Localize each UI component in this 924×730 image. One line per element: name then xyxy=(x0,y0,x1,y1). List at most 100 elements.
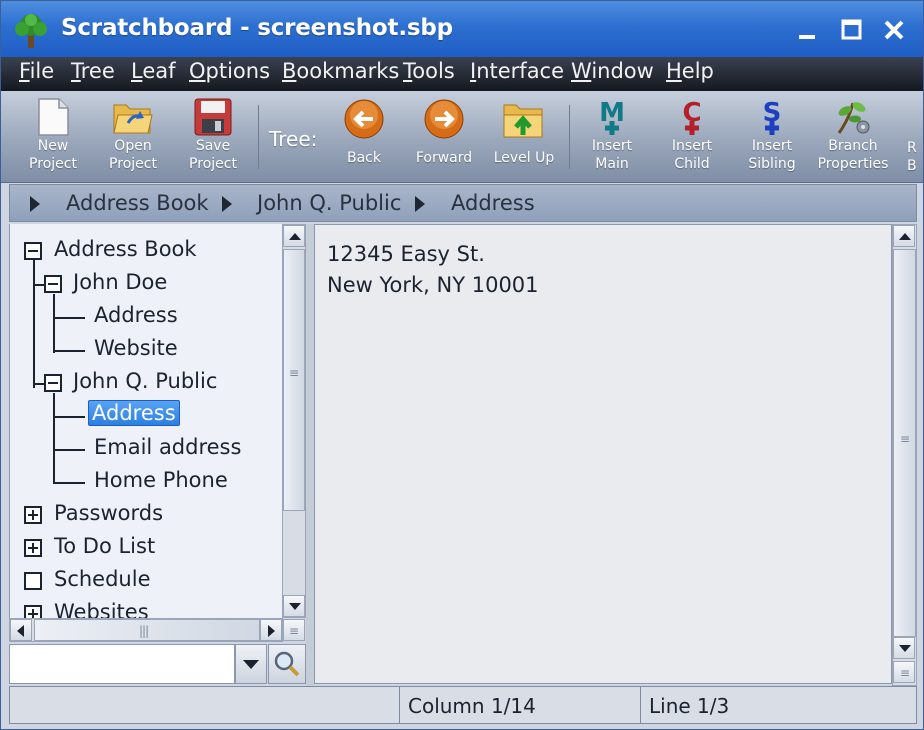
tree-connector xyxy=(53,294,55,353)
search-icon xyxy=(274,651,300,677)
tree-node-address-book[interactable]: Address Book xyxy=(54,237,197,261)
tree-node-john-q-public[interactable]: John Q. Public xyxy=(73,369,217,393)
expand-icon[interactable] xyxy=(24,605,42,618)
insert-main-button[interactable]: M Insert Main xyxy=(572,95,652,179)
status-line: Line 1/3 xyxy=(649,694,730,718)
tree-node-passwords[interactable]: Passwords xyxy=(54,501,163,525)
arrow-down-icon xyxy=(289,603,301,610)
scroll-up-button[interactable] xyxy=(283,225,305,247)
scroll-up-button[interactable] xyxy=(893,225,915,247)
forward-button[interactable]: Forward xyxy=(404,95,484,179)
tree-node-john-doe[interactable]: John Doe xyxy=(73,270,167,294)
scroll-corner: ≡ xyxy=(283,619,305,641)
grip-icon: ≡ xyxy=(900,666,911,680)
chevron-down-icon xyxy=(243,660,259,669)
status-column: Column 1/14 xyxy=(400,687,641,723)
tree-node-address[interactable]: Address xyxy=(94,303,178,327)
tree-node-address-selected[interactable]: Address xyxy=(88,400,180,426)
toolbar-separator xyxy=(569,105,570,169)
breadcrumb-item[interactable]: Address xyxy=(451,191,535,215)
scroll-thumb[interactable]: ||| xyxy=(34,619,260,641)
arrow-down-icon xyxy=(899,645,911,652)
insert-sibling-button[interactable]: S Insert Sibling xyxy=(732,95,812,179)
truncated-toolbar-button[interactable]: R B xyxy=(893,95,923,179)
editor-line[interactable]: New York, NY 10001 xyxy=(327,270,879,301)
menu-tree[interactable]: Tree xyxy=(71,59,115,83)
tree-node-home-phone[interactable]: Home Phone xyxy=(94,468,228,492)
collapse-icon[interactable] xyxy=(24,242,42,260)
open-folder-icon xyxy=(113,104,153,134)
search-dropdown-button[interactable] xyxy=(235,644,267,684)
menu-interface[interactable]: Interface xyxy=(470,59,564,83)
tree-connector xyxy=(53,350,85,352)
tree-toolbar-label: Tree: xyxy=(269,127,318,151)
editor-vertical-scrollbar[interactable]: ≡ ≡ xyxy=(892,224,917,686)
menu-window[interactable]: Window xyxy=(571,59,654,83)
title-bar[interactable]: Scratchboard - screenshot.sbp xyxy=(1,1,923,57)
scroll-left-button[interactable] xyxy=(10,619,32,641)
menu-tools[interactable]: Tools xyxy=(403,59,455,83)
tree-connector xyxy=(53,416,85,418)
tree-connector xyxy=(33,260,35,388)
close-button[interactable] xyxy=(879,15,909,45)
menu-options[interactable]: Options xyxy=(189,59,270,83)
expand-icon[interactable] xyxy=(24,539,42,557)
scroll-thumb[interactable]: ≡ xyxy=(283,249,305,511)
forward-arrow-icon xyxy=(424,99,464,139)
menu-file[interactable]: File xyxy=(19,59,54,83)
minimize-button[interactable] xyxy=(793,15,823,45)
tree-view[interactable]: Address Book John Doe Address Website Jo… xyxy=(9,224,283,618)
search-input[interactable] xyxy=(9,644,235,684)
arrow-left-icon xyxy=(17,625,24,637)
app-window: Scratchboard - screenshot.sbp File Tree … xyxy=(0,0,924,730)
new-document-icon xyxy=(38,98,69,136)
scroll-right-button[interactable] xyxy=(260,619,282,641)
tree-node-email-address[interactable]: Email address xyxy=(94,435,241,459)
tree-node-to-do-list[interactable]: To Do List xyxy=(54,534,155,558)
text-editor[interactable]: 12345 Easy St. New York, NY 10001 xyxy=(314,224,892,684)
maximize-icon xyxy=(841,19,862,40)
tree-vertical-scrollbar[interactable]: ≡ xyxy=(282,224,306,618)
expand-icon[interactable] xyxy=(24,506,42,524)
collapse-icon[interactable] xyxy=(44,275,62,293)
breadcrumb-arrow-icon xyxy=(222,196,232,212)
arrow-up-icon xyxy=(899,233,911,240)
new-project-button[interactable]: New Project xyxy=(13,95,93,179)
back-button[interactable]: Back xyxy=(324,95,404,179)
arrow-up-icon xyxy=(289,233,301,240)
insert-child-button[interactable]: C Insert Child xyxy=(652,95,732,179)
search-button[interactable] xyxy=(268,644,306,684)
tree-node-website[interactable]: Website xyxy=(94,336,178,360)
editor-line[interactable]: 12345 Easy St. xyxy=(327,239,879,270)
menu-bar: File Tree Leaf Options Bookmarks Tools I… xyxy=(1,57,923,91)
maximize-button[interactable] xyxy=(837,15,867,45)
menu-bookmarks[interactable]: Bookmarks xyxy=(282,59,399,83)
collapse-icon[interactable] xyxy=(44,374,62,392)
level-up-button[interactable]: Level Up xyxy=(484,95,564,179)
tree-node-schedule[interactable]: Schedule xyxy=(54,567,151,591)
grip-icon: ≡ xyxy=(289,366,300,380)
tree-connector xyxy=(53,317,85,319)
level-up-folder-icon xyxy=(503,104,543,138)
scroll-end-button[interactable]: ≡ xyxy=(893,661,915,683)
grip-icon: ≡ xyxy=(900,432,911,446)
status-cell-message xyxy=(10,687,400,723)
breadcrumb-item[interactable]: John Q. Public xyxy=(257,191,401,215)
menu-leaf[interactable]: Leaf xyxy=(131,59,176,83)
tree-horizontal-scrollbar[interactable]: ||| xyxy=(9,618,283,642)
branch-properties-button[interactable]: Branch Properties xyxy=(813,95,893,179)
tree-node-websites[interactable]: Websites xyxy=(54,600,149,618)
tree-connector xyxy=(53,393,55,483)
open-project-button[interactable]: Open Project xyxy=(93,95,173,179)
minimize-icon xyxy=(799,35,815,39)
scroll-thumb[interactable]: ≡ xyxy=(893,249,916,637)
scroll-down-button[interactable] xyxy=(893,637,915,659)
panel-splitter[interactable] xyxy=(306,224,314,686)
scroll-down-button[interactable] xyxy=(283,595,305,617)
menu-help[interactable]: Help xyxy=(666,59,714,83)
save-project-button[interactable]: Save Project xyxy=(173,95,253,179)
tree-connector xyxy=(53,449,85,451)
breadcrumb-arrow-icon xyxy=(415,196,425,212)
breadcrumb-item[interactable]: Address Book xyxy=(66,191,209,215)
empty-node-icon xyxy=(24,572,42,590)
